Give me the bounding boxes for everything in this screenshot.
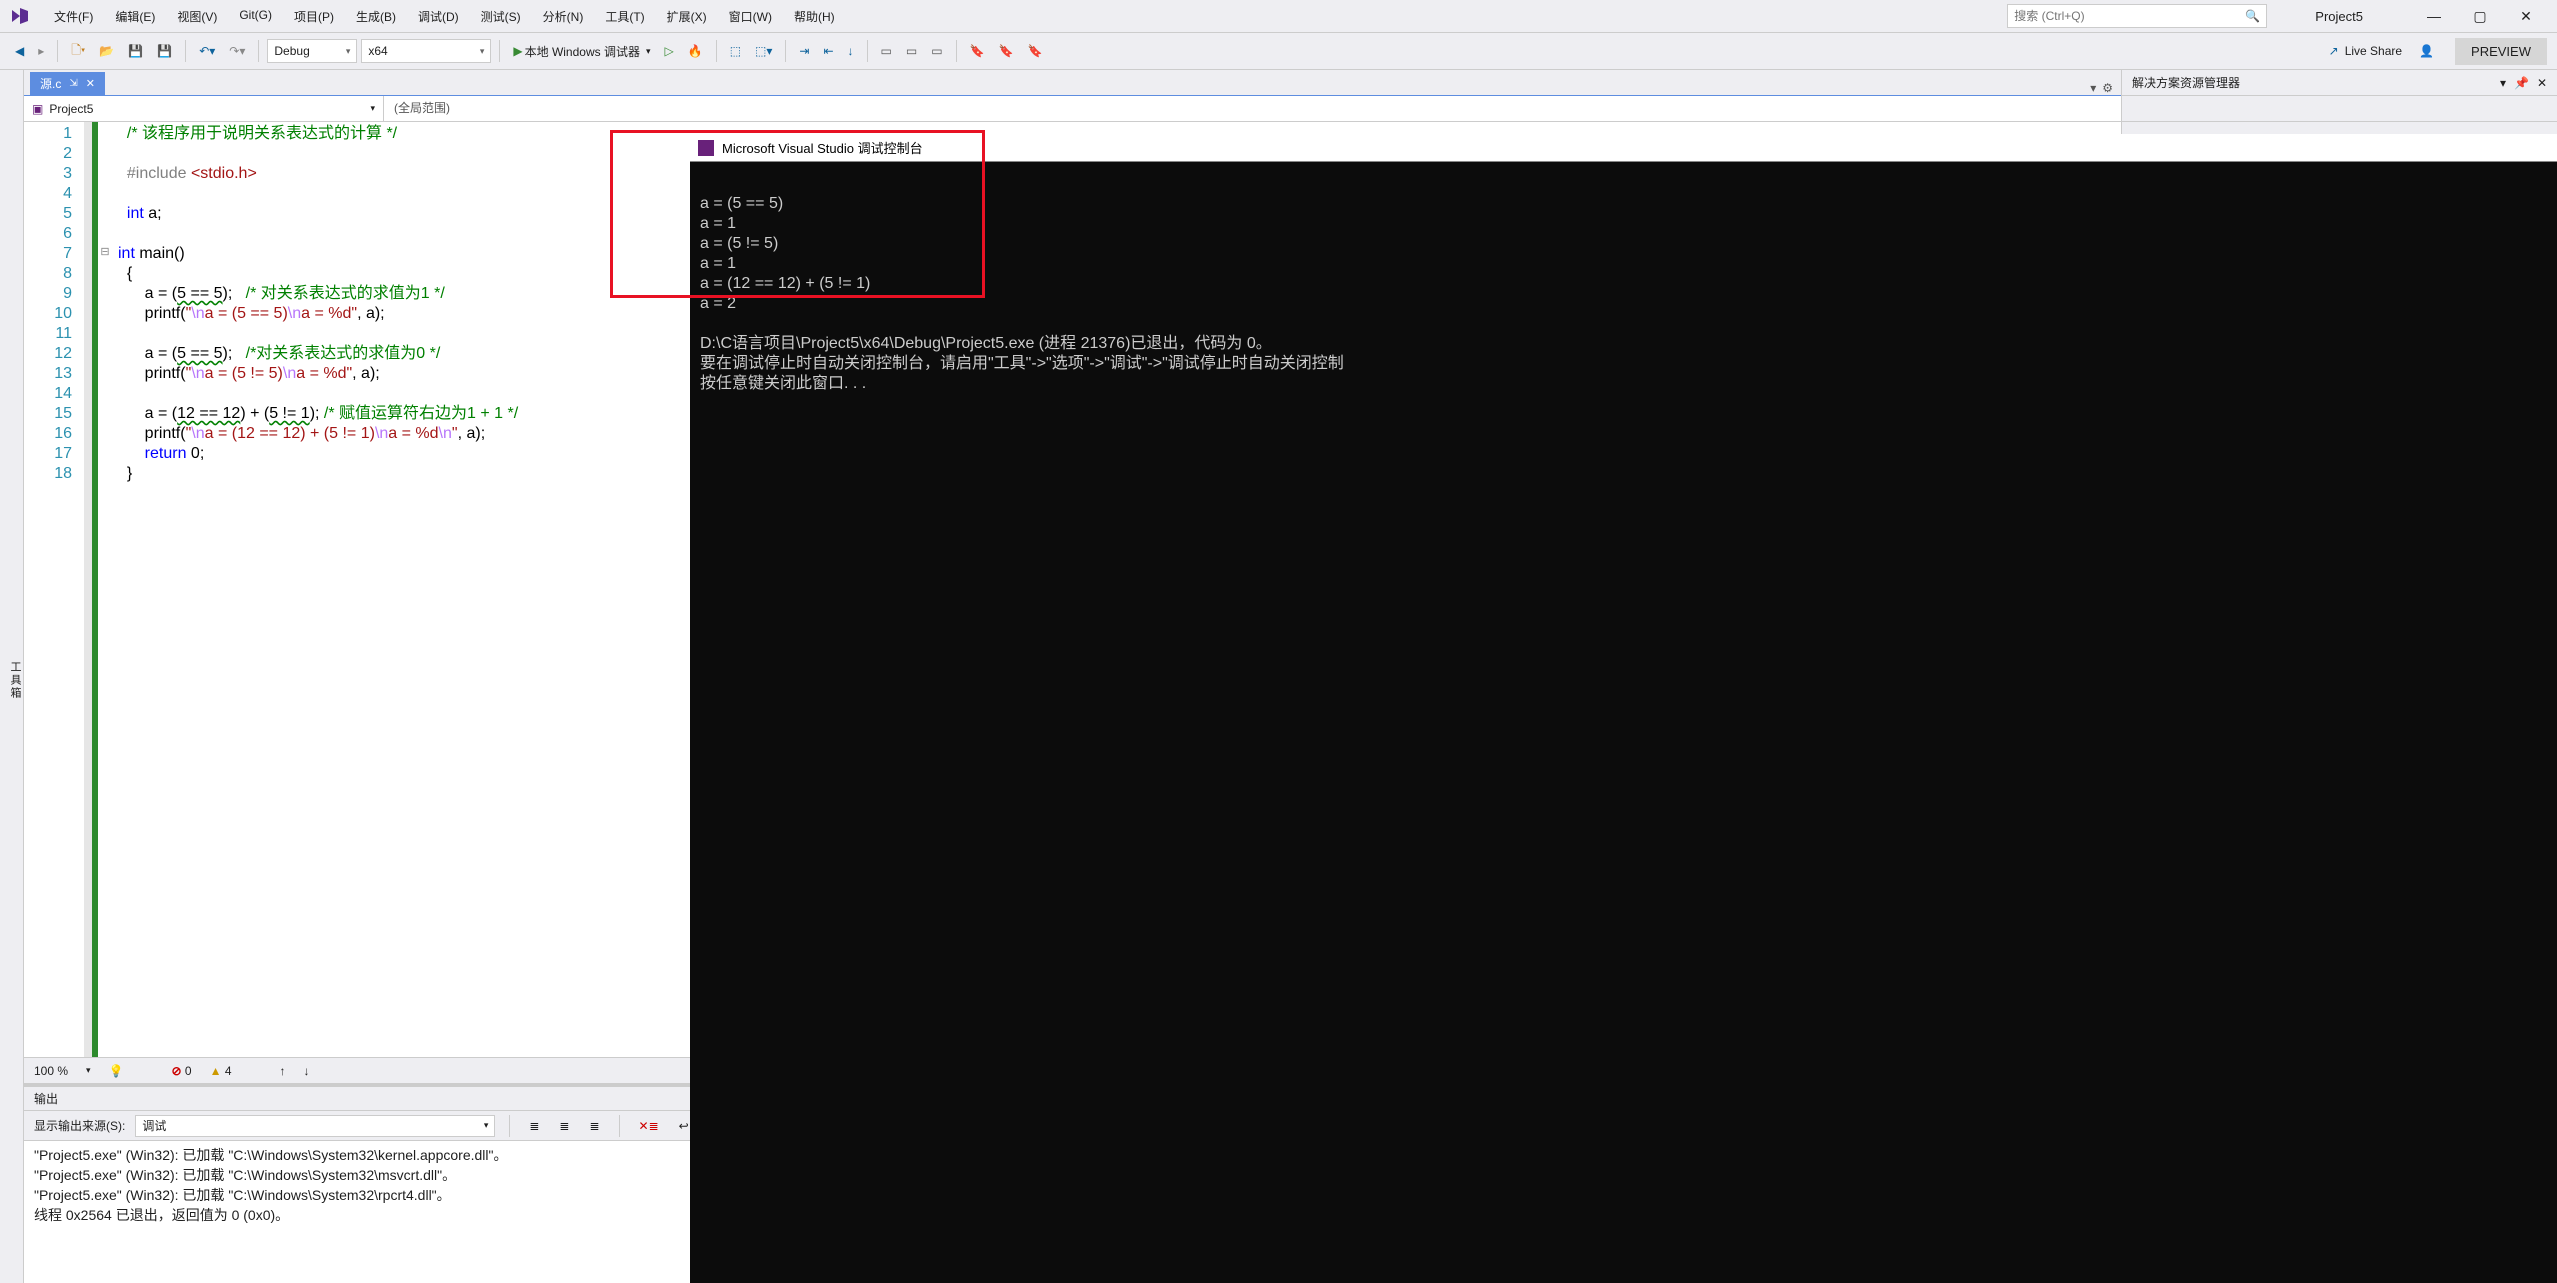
- minimize-button[interactable]: —: [2411, 1, 2457, 31]
- console-body: a = (5 == 5) a = 1 a = (5 != 5) a = 1 a …: [690, 162, 2557, 406]
- out-clear-button[interactable]: ✕≣: [634, 1116, 664, 1136]
- lightbulb-icon[interactable]: 💡: [109, 1064, 124, 1078]
- nav-back-button[interactable]: ◀: [10, 41, 29, 61]
- bookmark-button-1[interactable]: 🔖: [965, 41, 990, 61]
- nav-fwd-button[interactable]: ▸: [33, 41, 49, 61]
- menu-item[interactable]: 文件(F): [44, 4, 103, 29]
- close-tab-icon[interactable]: ✕: [86, 77, 95, 90]
- menu-item[interactable]: 测试(S): [471, 4, 531, 29]
- toolbox-button-2[interactable]: ⬚▾: [750, 41, 777, 61]
- error-indicator[interactable]: ⊘ 0: [172, 1064, 192, 1078]
- menu-item[interactable]: 生成(B): [346, 4, 406, 29]
- output-source-dropdown[interactable]: 调试: [135, 1115, 495, 1137]
- new-item-button[interactable]: 🗋▾: [66, 38, 90, 65]
- step-button-2[interactable]: ⇤: [818, 41, 838, 61]
- document-tabs: 源.c ⇲ ✕ ▾ ⚙: [24, 70, 2121, 96]
- start-debug-button[interactable]: ▶ 本地 Windows 调试器 ▾: [508, 40, 655, 63]
- tab-source-c[interactable]: 源.c ⇲ ✕: [30, 72, 105, 95]
- console-titlebar: Microsoft Visual Studio 调试控制台: [690, 134, 2557, 162]
- menu-item[interactable]: Git(G): [229, 4, 282, 29]
- navigation-bar: ▣ Project5 ▾ (全局范围): [24, 96, 2121, 122]
- panel-pin-icon[interactable]: 📌: [2514, 76, 2529, 90]
- redo-button[interactable]: ↷▾: [224, 41, 250, 61]
- menu-item[interactable]: 扩展(X): [657, 4, 717, 29]
- menu-item[interactable]: 分析(N): [533, 4, 594, 29]
- out-btn-1[interactable]: ≣: [524, 1116, 544, 1136]
- preview-button[interactable]: PREVIEW: [2455, 38, 2547, 65]
- live-share-icon: ↗: [2329, 44, 2339, 58]
- undo-button[interactable]: ↶▾: [194, 41, 220, 61]
- tab-dropdown-icon[interactable]: ▾: [2090, 81, 2096, 95]
- misc-button-2[interactable]: ▭: [901, 41, 922, 61]
- console-icon: [698, 140, 714, 156]
- start-nodebug-button[interactable]: ▷: [660, 41, 679, 61]
- fold-column[interactable]: ⊟: [98, 122, 112, 1057]
- step-button-1[interactable]: ⇥: [794, 41, 814, 61]
- output-source-label: 显示输出来源(S):: [34, 1117, 125, 1134]
- misc-button-3[interactable]: ▭: [926, 41, 947, 61]
- warning-indicator[interactable]: ▲ 4: [210, 1064, 232, 1078]
- menu-item[interactable]: 编辑(E): [105, 4, 165, 29]
- menu-item[interactable]: 调试(D): [408, 4, 469, 29]
- search-icon: 🔍: [2245, 9, 2260, 23]
- vs-logo-icon: [8, 4, 32, 28]
- window-controls: — ▢ ✕: [2411, 1, 2549, 31]
- left-toolbox-tab[interactable]: 工具箱: [0, 70, 24, 1283]
- out-btn-3[interactable]: ≣: [584, 1116, 604, 1136]
- title-bar: 文件(F)编辑(E)视图(V)Git(G)项目(P)生成(B)调试(D)测试(S…: [0, 0, 2557, 32]
- solution-explorer-toolbar: [2122, 96, 2557, 122]
- config-dropdown[interactable]: Debug: [267, 39, 357, 63]
- nav-up-icon[interactable]: ↑: [280, 1064, 286, 1078]
- menu-item[interactable]: 项目(P): [284, 4, 344, 29]
- save-all-button[interactable]: 💾: [152, 41, 177, 61]
- bookmark-button-2[interactable]: 🔖: [994, 41, 1019, 61]
- debug-console-window[interactable]: Microsoft Visual Studio 调试控制台 a = (5 == …: [690, 134, 2557, 1283]
- main-menu: 文件(F)编辑(E)视图(V)Git(G)项目(P)生成(B)调试(D)测试(S…: [44, 4, 845, 29]
- scope-project-dropdown[interactable]: ▣ Project5 ▾: [24, 96, 384, 121]
- menu-item[interactable]: 窗口(W): [719, 4, 782, 29]
- open-button[interactable]: 📂: [94, 41, 119, 61]
- bookmark-button-3[interactable]: 🔖: [1022, 41, 1047, 61]
- menu-item[interactable]: 视图(V): [167, 4, 227, 29]
- hot-reload-button[interactable]: 🔥: [683, 41, 708, 61]
- tab-gear-icon[interactable]: ⚙: [2102, 81, 2113, 95]
- solution-explorer-title: 解决方案资源管理器 ▾ 📌 ✕: [2122, 70, 2557, 96]
- panel-dropdown-icon[interactable]: ▾: [2500, 76, 2506, 90]
- marker-column: [84, 122, 92, 1057]
- search-input[interactable]: [2014, 9, 2245, 23]
- scope-global-dropdown[interactable]: (全局范围): [384, 96, 2121, 121]
- quick-search[interactable]: 🔍: [2007, 4, 2267, 28]
- maximize-button[interactable]: ▢: [2457, 1, 2503, 31]
- pin-icon[interactable]: ⇲: [69, 78, 77, 89]
- platform-dropdown[interactable]: x64: [361, 39, 491, 63]
- menu-item[interactable]: 帮助(H): [784, 4, 845, 29]
- line-numbers: 123456789101112131415161718: [24, 122, 84, 1057]
- nav-down-icon[interactable]: ↓: [304, 1064, 310, 1078]
- live-share-button[interactable]: ↗ Live Share: [2321, 41, 2410, 61]
- out-btn-2[interactable]: ≣: [554, 1116, 574, 1136]
- main-toolbar: ◀ ▸ 🗋▾ 📂 💾 💾 ↶▾ ↷▾ Debug x64 ▶ 本地 Window…: [0, 32, 2557, 70]
- zoom-level[interactable]: 100 %: [34, 1064, 68, 1078]
- toolbox-button-1[interactable]: ⬚: [725, 41, 746, 61]
- misc-button-1[interactable]: ▭: [876, 41, 897, 61]
- account-button[interactable]: 👤: [2414, 41, 2439, 61]
- menu-item[interactable]: 工具(T): [595, 4, 654, 29]
- solution-name: Project5: [2275, 9, 2403, 24]
- project-icon: ▣: [32, 102, 43, 116]
- play-icon: ▶: [513, 44, 522, 58]
- close-button[interactable]: ✕: [2503, 1, 2549, 31]
- panel-close-icon[interactable]: ✕: [2537, 76, 2547, 90]
- step-button-3[interactable]: ↓: [843, 41, 859, 61]
- save-button[interactable]: 💾: [123, 41, 148, 61]
